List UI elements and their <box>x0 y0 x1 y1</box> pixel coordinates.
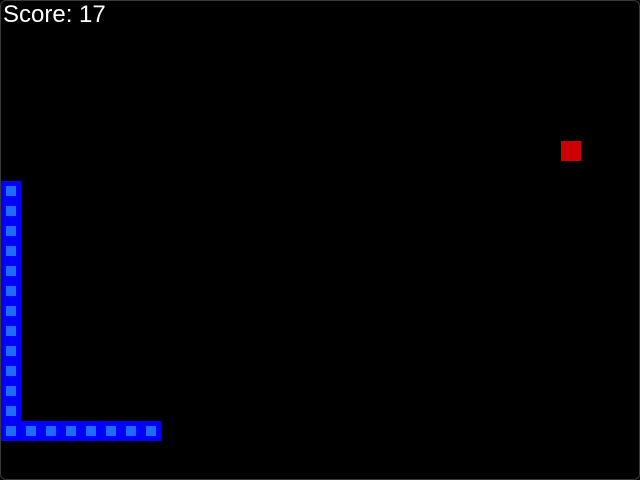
snake-segment <box>41 421 61 441</box>
snake-segment <box>1 241 21 261</box>
snake-segment <box>21 421 41 441</box>
snake-segment <box>1 401 21 421</box>
snake-segment <box>1 181 21 201</box>
snake-segment <box>1 321 21 341</box>
snake-segment <box>61 421 81 441</box>
snake-segment <box>121 421 141 441</box>
score-label: Score: 17 <box>3 1 106 28</box>
snake-segment <box>1 421 21 441</box>
snake-segment <box>81 421 101 441</box>
snake-segment <box>1 381 21 401</box>
snake-segment <box>1 201 21 221</box>
game-window[interactable]: Score: 17 <box>0 0 640 480</box>
snake-segment <box>1 221 21 241</box>
snake-segment <box>1 281 21 301</box>
snake-segment <box>1 301 21 321</box>
snake-segment <box>1 341 21 361</box>
food-pellet <box>561 141 581 161</box>
snake-segment <box>1 361 21 381</box>
snake-segment <box>1 261 21 281</box>
snake-head <box>141 421 161 441</box>
snake-segment <box>101 421 121 441</box>
game-board[interactable] <box>1 1 639 479</box>
